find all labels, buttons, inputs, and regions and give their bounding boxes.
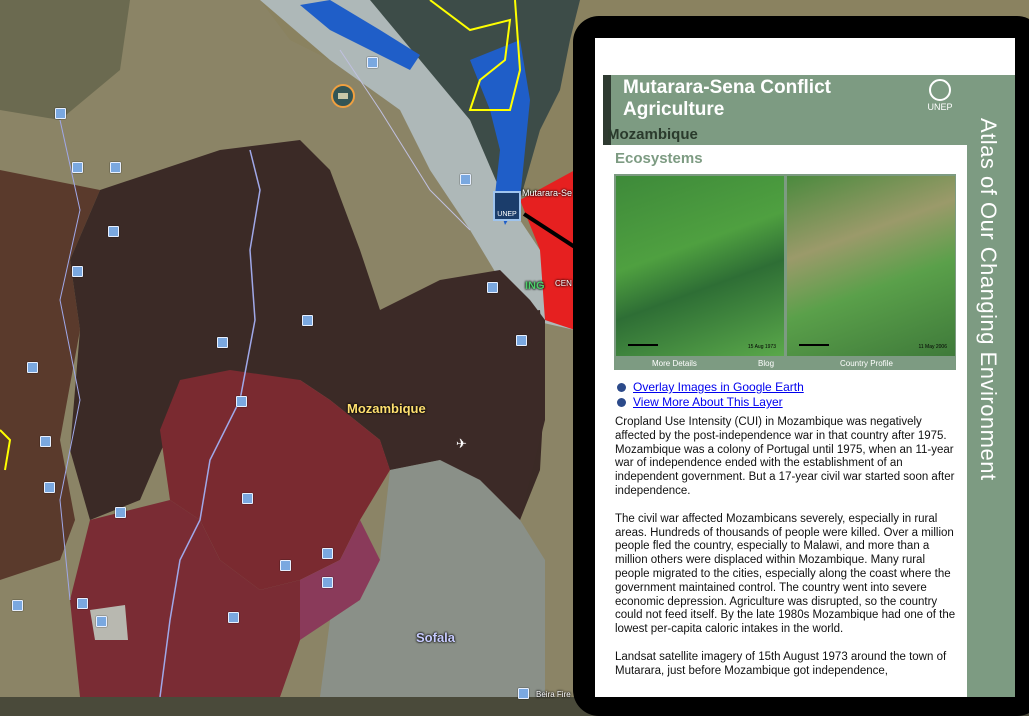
paragraph: Cropland Use Intensity (CUI) in Mozambiq… [615,416,955,497]
airport-icon[interactable]: ✈ [456,436,467,452]
atlas-title-vertical: Atlas of Our Changing Environment [976,118,1001,481]
paragraph: Landsat satellite imagery of 15th August… [615,650,947,677]
placemark-icon[interactable] [236,396,247,407]
placemark-icon[interactable] [108,226,119,237]
overlay-images-link[interactable]: Overlay Images in Google Earth [615,380,804,395]
placemark-icon[interactable] [96,616,107,627]
country-profile-link[interactable]: Country Profile [840,359,893,368]
placemark-icon[interactable] [72,266,83,277]
placemark-icon[interactable] [367,57,378,68]
placemark-icon[interactable] [72,162,83,173]
placemark-icon[interactable] [27,362,38,373]
placemark-icon[interactable] [516,335,527,346]
balloon-links: Overlay Images in Google Earth View More… [615,380,804,410]
red-region-label: CEN [555,279,572,288]
placemark-icon[interactable] [217,337,228,348]
section-heading: Ecosystems [603,146,967,172]
placemark-icon[interactable] [460,174,471,185]
placemark-icon[interactable] [487,282,498,293]
placemark-icon[interactable] [302,315,313,326]
placemark-icon[interactable] [110,162,121,173]
balloon-content[interactable]: Atlas of Our Changing Environment Mutara… [595,38,1015,697]
description-text: Cropland Use Intensity (CUI) in Mozambiq… [615,416,961,693]
image-links: More Details Blog Country Profile [614,358,956,370]
placemark-icon[interactable] [242,493,253,504]
country-label: Mozambique [347,401,426,416]
satellite-image-1973[interactable]: 15 Aug 1973 [616,176,784,356]
placemark-icon[interactable] [44,482,55,493]
satellite-image-panel: 15 Aug 1973 11 May 2006 More Details Blo… [614,174,956,370]
placemark-icon[interactable] [40,436,51,447]
placemark-icon[interactable] [518,688,529,699]
blog-link[interactable]: Blog [758,359,774,368]
placemark-icon[interactable] [322,577,333,588]
camera-icon[interactable] [331,84,355,108]
placemark-icon[interactable] [115,507,126,518]
paragraph: The civil war affected Mozambicans sever… [615,512,956,636]
layer-title: Mutarara-Sena Conflict Agriculture [623,77,831,120]
placemark-town-label: Mutarara-Se [522,188,573,198]
city-label: Sofala [416,630,456,645]
satellite-image-2006[interactable]: 11 May 2006 [787,176,955,356]
placemark-icon[interactable] [322,548,333,559]
unep-logo: UNEP [925,79,955,115]
more-details-link[interactable]: More Details [652,359,697,368]
globe-icon [929,79,951,101]
green-region-label: ING [525,280,545,292]
image-date: 15 Aug 1973 [747,344,776,350]
placemark-icon[interactable] [55,108,66,119]
unep-placemark-icon[interactable]: UNEP [493,191,521,221]
view-more-link[interactable]: View More About This Layer [615,395,804,410]
image-date: 11 May 2006 [918,344,947,350]
placemark-icon[interactable] [228,612,239,623]
placemark-icon[interactable] [12,600,23,611]
placemark-town2-label: Beira Fire [536,690,571,699]
placemark-icon[interactable] [280,560,291,571]
layer-country: Mozambique [607,126,698,143]
placemark-icon[interactable] [77,598,88,609]
